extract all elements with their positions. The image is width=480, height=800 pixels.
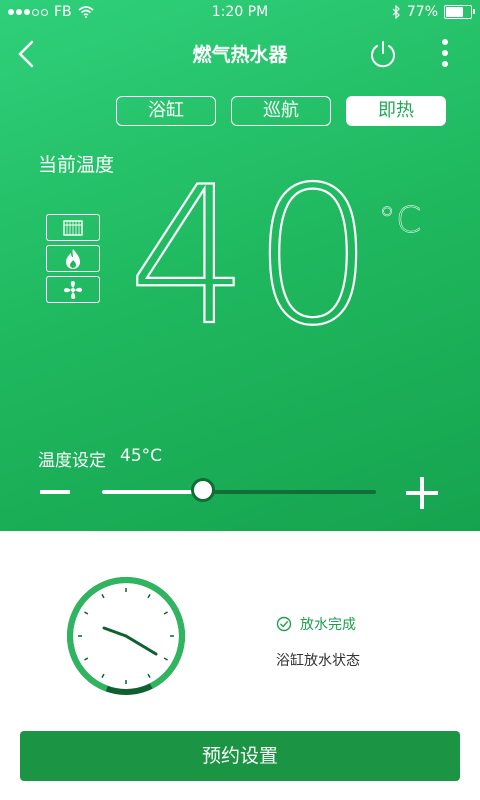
- setpoint-value: 45°C: [120, 446, 163, 466]
- dial-tick: [147, 594, 151, 599]
- battery-percent: 77%: [406, 4, 438, 20]
- setpoint-label: 温度设定: [38, 451, 106, 471]
- page-title: 燃气热水器: [192, 44, 288, 66]
- temp-slider-fill: [102, 490, 204, 494]
- current-temp-value: 40: [127, 146, 378, 367]
- flame-icon: [46, 245, 100, 272]
- increase-button[interactable]: [406, 477, 438, 509]
- dial-hand-short: [124, 634, 158, 656]
- status-bar: FB 1:20 PM 77%: [0, 0, 480, 24]
- dial-tick: [84, 611, 89, 615]
- bath-status-title: 放水完成: [300, 617, 356, 633]
- heater-grille-icon: [46, 214, 100, 241]
- indicator-icons: [46, 214, 100, 303]
- header-panel: FB 1:20 PM 77% 燃气热水器 浴缸 巡航 即热 当前温度 40 °C…: [0, 0, 480, 531]
- bath-status-desc: 浴缸放水状态: [276, 653, 360, 669]
- dial-tick: [101, 673, 105, 678]
- mode-tabs: 浴缸 巡航 即热: [116, 96, 446, 126]
- power-icon[interactable]: [368, 39, 398, 69]
- tab-instant-heat[interactable]: 即热: [346, 96, 446, 126]
- temp-unit: °C: [378, 200, 422, 242]
- battery-icon: [444, 5, 475, 19]
- temp-slider-thumb[interactable]: [191, 478, 216, 502]
- dial-tick: [163, 611, 168, 615]
- decrease-button[interactable]: [40, 490, 70, 494]
- temp-slider-row: [40, 472, 440, 512]
- schedule-button[interactable]: 预约设置: [20, 731, 460, 781]
- dial-tick: [147, 673, 151, 678]
- more-vertical-icon[interactable]: [434, 38, 456, 70]
- clock-progress-dial: [67, 577, 185, 695]
- dial-tick: [101, 594, 105, 599]
- fan-icon: [46, 276, 100, 303]
- check-circle-icon: [276, 616, 292, 632]
- setpoint-row: 温度设定 45°C: [38, 446, 162, 471]
- dial-hand-long: [102, 626, 128, 638]
- tab-bathtub[interactable]: 浴缸: [116, 96, 216, 126]
- temp-slider-track[interactable]: [102, 478, 376, 502]
- dial-progress-arc: [67, 577, 185, 692]
- nav-bar: 燃气热水器: [0, 30, 480, 78]
- bath-status-title-row: 放水完成: [276, 614, 356, 634]
- dial-tick: [84, 657, 89, 661]
- bluetooth-icon: [392, 5, 400, 19]
- status-right: 77%: [392, 4, 475, 20]
- dial-tick: [163, 657, 168, 661]
- current-temp-label: 当前温度: [38, 154, 115, 176]
- tab-cruise[interactable]: 巡航: [231, 96, 331, 126]
